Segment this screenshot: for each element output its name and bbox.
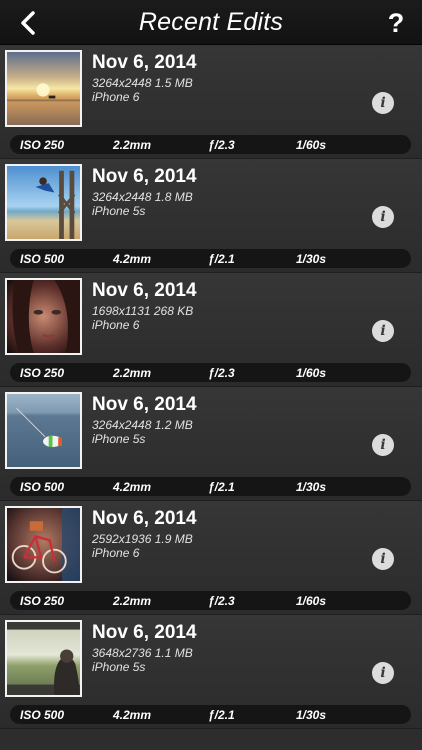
- exif-aperture: ƒ/2.3: [208, 366, 235, 380]
- file-details: 3264x2448 1.5 MB: [92, 76, 193, 90]
- exif-focal-length: 2.2mm: [113, 594, 152, 608]
- edit-row[interactable]: Nov 6, 2014 3264x2448 1.2 MB iPhone 5s i…: [0, 387, 422, 501]
- edit-date: Nov 6, 2014: [92, 508, 197, 529]
- device-name: iPhone 6: [92, 546, 140, 560]
- device-name: iPhone 6: [92, 90, 140, 104]
- exif-iso: ISO 500: [20, 708, 65, 722]
- edit-row[interactable]: Nov 6, 2014 3648x2736 1.1 MB iPhone 5s i…: [0, 615, 422, 729]
- device-name: iPhone 6: [92, 318, 140, 332]
- exif-bar: ISO 250 2.2mm ƒ/2.3 1/60s: [10, 363, 411, 382]
- edit-date: Nov 6, 2014: [92, 394, 197, 415]
- exif-iso: ISO 500: [20, 480, 65, 494]
- help-button[interactable]: ?: [382, 7, 410, 39]
- file-details: 3648x2736 1.1 MB: [92, 646, 193, 660]
- exif-shutter-speed: 1/30s: [296, 252, 327, 266]
- exif-shutter-speed: 1/30s: [296, 480, 327, 494]
- photo-thumbnail[interactable]: [5, 50, 82, 127]
- edit-date: Nov 6, 2014: [92, 52, 197, 73]
- photo-thumbnail[interactable]: [5, 164, 82, 241]
- info-icon[interactable]: i: [372, 548, 394, 570]
- exif-shutter-speed: 1/30s: [296, 708, 327, 722]
- exif-aperture: ƒ/2.3: [208, 138, 235, 152]
- device-name: iPhone 5s: [92, 660, 146, 674]
- exif-focal-length: 2.2mm: [113, 138, 152, 152]
- exif-aperture: ƒ/2.1: [208, 480, 235, 494]
- exif-focal-length: 2.2mm: [113, 366, 152, 380]
- info-icon[interactable]: i: [372, 92, 394, 114]
- exif-shutter-speed: 1/60s: [296, 594, 327, 608]
- page-title: Recent Edits: [138, 8, 284, 36]
- info-icon[interactable]: i: [372, 434, 394, 456]
- file-details: 3264x2448 1.2 MB: [92, 418, 193, 432]
- exif-bar: ISO 500 4.2mm ƒ/2.1 1/30s: [10, 705, 411, 724]
- exif-iso: ISO 250: [20, 594, 65, 608]
- recent-edits-list: Nov 6, 2014 3264x2448 1.5 MB iPhone 6 i …: [0, 45, 422, 729]
- exif-iso: ISO 250: [20, 366, 65, 380]
- photo-thumbnail[interactable]: [5, 278, 82, 355]
- exif-bar: ISO 250 2.2mm ƒ/2.3 1/60s: [10, 591, 411, 610]
- exif-iso: ISO 500: [20, 252, 65, 266]
- photo-thumbnail[interactable]: [5, 620, 82, 697]
- exif-bar: ISO 500 4.2mm ƒ/2.1 1/30s: [10, 249, 411, 268]
- exif-bar: ISO 500 4.2mm ƒ/2.1 1/30s: [10, 477, 411, 496]
- info-icon[interactable]: i: [372, 206, 394, 228]
- file-details: 1698x1131 268 KB: [92, 304, 194, 318]
- edit-date: Nov 6, 2014: [92, 622, 197, 643]
- exif-focal-length: 4.2mm: [113, 480, 152, 494]
- exif-aperture: ƒ/2.1: [208, 708, 235, 722]
- file-details: 2592x1936 1.9 MB: [92, 532, 193, 546]
- exif-focal-length: 4.2mm: [113, 708, 152, 722]
- edit-row[interactable]: Nov 6, 2014 3264x2448 1.8 MB iPhone 5s i…: [0, 159, 422, 273]
- exif-aperture: ƒ/2.1: [208, 252, 235, 266]
- info-icon[interactable]: i: [372, 320, 394, 342]
- photo-thumbnail[interactable]: [5, 506, 82, 583]
- photo-thumbnail[interactable]: [5, 392, 82, 469]
- edit-row[interactable]: Nov 6, 2014 3264x2448 1.5 MB iPhone 6 i …: [0, 45, 422, 159]
- exif-bar: ISO 250 2.2mm ƒ/2.3 1/60s: [10, 135, 411, 154]
- exif-aperture: ƒ/2.3: [208, 594, 235, 608]
- exif-focal-length: 4.2mm: [113, 252, 152, 266]
- edit-row[interactable]: Nov 6, 2014 1698x1131 268 KB iPhone 6 i …: [0, 273, 422, 387]
- device-name: iPhone 5s: [92, 432, 146, 446]
- edit-date: Nov 6, 2014: [92, 166, 197, 187]
- info-icon[interactable]: i: [372, 662, 394, 684]
- exif-shutter-speed: 1/60s: [296, 366, 327, 380]
- navigation-bar: Recent Edits ?: [0, 0, 422, 45]
- device-name: iPhone 5s: [92, 204, 146, 218]
- exif-shutter-speed: 1/60s: [296, 138, 327, 152]
- edit-row[interactable]: Nov 6, 2014 2592x1936 1.9 MB iPhone 6 i …: [0, 501, 422, 615]
- edit-date: Nov 6, 2014: [92, 280, 197, 301]
- file-details: 3264x2448 1.8 MB: [92, 190, 193, 204]
- exif-iso: ISO 250: [20, 138, 65, 152]
